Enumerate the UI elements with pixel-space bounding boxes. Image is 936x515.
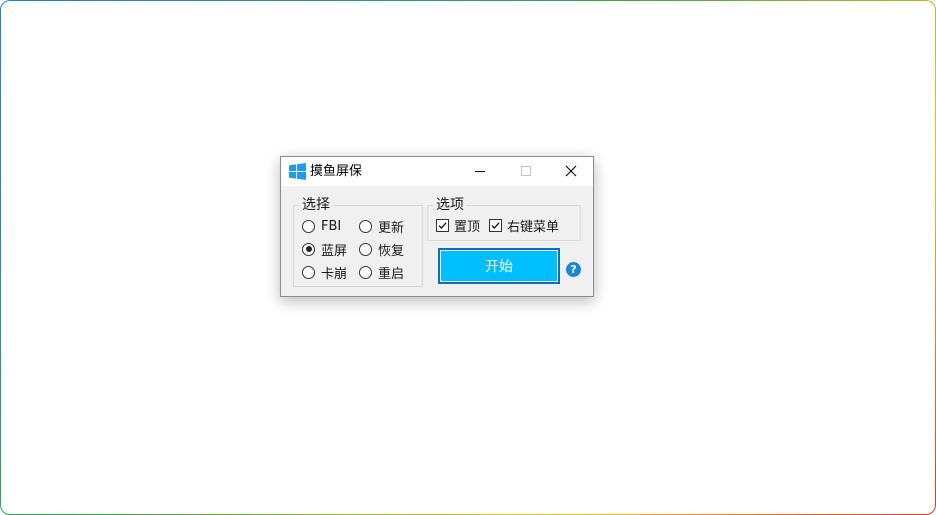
help-icon[interactable]: ? [566, 262, 581, 277]
screen-border: 摸鱼屏保 选择 FBI 更新 蓝屏 恢复 卡崩 重启 选项 置顶 右键菜单 开始… [0, 0, 936, 515]
start-button[interactable]: 开始 [438, 248, 560, 284]
radio-circle [359, 242, 372, 256]
radio-circle [359, 265, 372, 279]
radio-label: 恢复 [378, 243, 405, 259]
radio-update[interactable]: 更新 [359, 217, 405, 236]
select-group: 选择 FBI 更新 蓝屏 恢复 卡崩 重启 [293, 197, 423, 287]
checkmark-icon [491, 221, 500, 229]
window-title: 摸鱼屏保 [310, 164, 363, 179]
checkbox-box [436, 218, 449, 232]
radio-recover[interactable]: 恢复 [359, 240, 405, 259]
radio-restart[interactable]: 重启 [359, 263, 405, 282]
checkbox-label: 置顶 [454, 219, 481, 235]
options-group-label: 选项 [434, 197, 466, 213]
radio-label: 蓝屏 [321, 243, 348, 259]
checkbox-box [489, 218, 502, 232]
minimize-icon [475, 171, 485, 172]
radio-label: FBI [321, 218, 342, 234]
minimize-button[interactable] [457, 157, 503, 186]
options-group: 选项 置顶 右键菜单 [427, 197, 581, 241]
radio-circle [359, 219, 372, 233]
maximize-icon [521, 166, 531, 176]
close-button[interactable] [548, 157, 594, 186]
checkmark-icon [438, 221, 447, 229]
checkbox-context-menu[interactable]: 右键菜单 [489, 216, 560, 235]
radio-fbi[interactable]: FBI [302, 217, 341, 235]
radio-label: 卡崩 [321, 266, 348, 282]
checkbox-label: 右键菜单 [507, 219, 560, 235]
radio-freeze[interactable]: 卡崩 [302, 263, 348, 282]
radio-label: 重启 [378, 266, 405, 282]
desktop: 摸鱼屏保 选择 FBI 更新 蓝屏 恢复 卡崩 重启 选项 置顶 右键菜单 开始… [1, 1, 935, 514]
radio-label: 更新 [378, 220, 405, 236]
radio-circle [302, 265, 315, 279]
radio-bluescreen[interactable]: 蓝屏 [302, 240, 348, 259]
app-window: 摸鱼屏保 选择 FBI 更新 蓝屏 恢复 卡崩 重启 选项 置顶 右键菜单 开始… [280, 156, 594, 297]
checkbox-always-on-top[interactable]: 置顶 [436, 216, 481, 235]
radio-circle-selected [302, 242, 315, 256]
select-group-label: 选择 [300, 197, 332, 213]
radio-circle [302, 219, 315, 233]
title-bar[interactable]: 摸鱼屏保 [281, 157, 593, 186]
windows-logo-icon [289, 163, 306, 180]
maximize-button[interactable] [503, 157, 549, 186]
close-icon [565, 165, 577, 177]
